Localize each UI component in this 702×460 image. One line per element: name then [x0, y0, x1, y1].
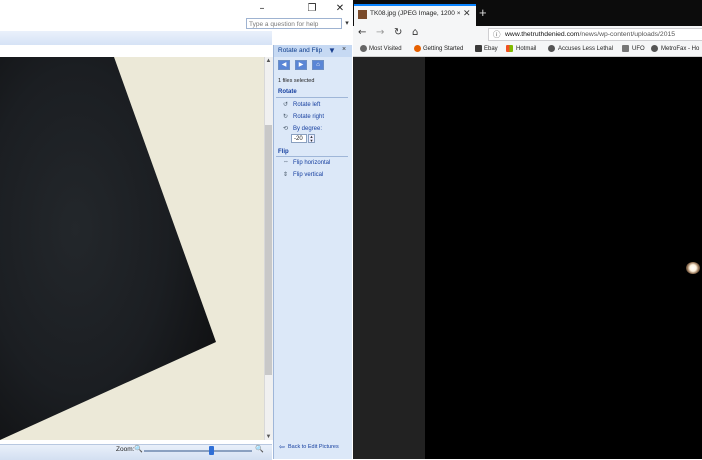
tab-close-icon[interactable]: ✕: [463, 8, 471, 19]
vertical-scroll-thumb[interactable]: [265, 125, 272, 375]
degree-input[interactable]: -20: [291, 134, 307, 143]
gear-icon: [360, 45, 367, 52]
flip-vertical-icon[interactable]: ⇕: [283, 171, 288, 178]
flip-vertical-link[interactable]: Flip vertical: [293, 172, 323, 178]
rotate-right-link[interactable]: Rotate right: [293, 114, 324, 120]
pane-forward-arrow-icon[interactable]: ▶: [295, 60, 307, 70]
task-pane-title: Rotate and Flip: [278, 47, 323, 54]
bookmark-ebay[interactable]: Ebay: [484, 46, 498, 52]
bookmark-metrofax[interactable]: MetroFax - Ho: [661, 46, 699, 52]
rotate-left-icon[interactable]: ↺: [283, 101, 288, 108]
pane-home-icon[interactable]: ⌂: [312, 60, 324, 70]
task-pane-dropdown-icon[interactable]: ▼: [328, 46, 336, 55]
back-arrow-icon[interactable]: ←: [358, 27, 366, 38]
folder-icon: [622, 45, 629, 52]
tab-favicon-icon: [358, 10, 367, 19]
firefox-icon: [414, 45, 421, 52]
reload-icon[interactable]: ↻: [394, 27, 402, 38]
minimize-button[interactable]: –: [253, 2, 271, 15]
forward-arrow-icon[interactable]: →: [376, 27, 384, 38]
back-to-edit-link[interactable]: Back to Edit Pictures: [288, 444, 339, 450]
bookmark-accuses-less-lethal[interactable]: Accuses Less Lethal: [558, 46, 613, 52]
pane-back-arrow-icon[interactable]: ◀: [278, 60, 290, 70]
globe-icon: [548, 45, 555, 52]
home-icon[interactable]: ⌂: [412, 27, 418, 38]
degree-spinner[interactable]: ▲ ▼: [308, 134, 315, 143]
url-domain: www.thetruthdenied.com: [505, 31, 580, 38]
bookmark-most-visited[interactable]: Most Visited: [369, 46, 402, 52]
globe-icon: [651, 45, 658, 52]
restore-button[interactable]: ❐: [303, 2, 321, 15]
zoom-out-icon[interactable]: 🔍: [134, 445, 143, 453]
by-degree-label: By degree:: [293, 126, 323, 132]
rotate-left-link[interactable]: Rotate left: [293, 102, 320, 108]
url-path: /news/wp-content/uploads/2015: [579, 31, 676, 38]
scroll-down-icon[interactable]: ▼: [264, 433, 273, 442]
jpeg-image[interactable]: [425, 57, 702, 459]
task-pane-close-icon[interactable]: ×: [342, 46, 346, 53]
editor-titlebar: [0, 0, 352, 17]
selection-count: 1 files selected: [278, 78, 315, 84]
zoom-slider[interactable]: [144, 450, 252, 452]
rotated-photo: [0, 57, 216, 440]
zoom-in-icon[interactable]: 🔍: [255, 445, 264, 453]
ask-dropdown-icon[interactable]: ▾: [343, 18, 351, 29]
windows-icon: [506, 45, 513, 52]
flip-horizontal-link[interactable]: Flip horizontal: [293, 160, 330, 166]
ask-question-input[interactable]: Type a question for help: [246, 18, 342, 29]
rotate-heading: Rotate: [278, 89, 297, 95]
rotate-degree-icon: ⟲: [283, 126, 289, 132]
shop-icon: [475, 45, 482, 52]
url-text[interactable]: www.thetruthdenied.com/news/wp-content/u…: [505, 31, 675, 38]
rotate-right-icon[interactable]: ↻: [283, 113, 288, 120]
image-viewer-margin: [353, 57, 425, 459]
editor-toolbar-secondary: [0, 45, 272, 57]
bright-light-spot: [686, 262, 700, 274]
flip-horizontal-icon[interactable]: ⇔: [283, 159, 289, 165]
bookmark-ufo[interactable]: UFO: [632, 46, 645, 52]
bookmark-hotmail[interactable]: Hotmail: [516, 46, 536, 52]
close-button[interactable]: ✕: [331, 2, 349, 15]
flip-divider: [276, 156, 348, 157]
rotate-divider: [276, 97, 348, 98]
zoom-slider-thumb[interactable]: [208, 446, 214, 455]
flip-heading: Flip: [278, 149, 289, 155]
zoom-label: Zoom:: [116, 446, 135, 453]
site-info-icon[interactable]: ⓘ: [493, 29, 501, 40]
new-tab-button[interactable]: +: [479, 5, 487, 20]
scroll-up-icon[interactable]: ▲: [264, 57, 273, 66]
back-to-edit-icon[interactable]: ⇦: [279, 443, 285, 451]
image-canvas[interactable]: [0, 57, 264, 440]
bookmark-getting-started[interactable]: Getting Started: [423, 46, 463, 52]
tab-title: TK08.jpg (JPEG Image, 1200 ×: [370, 10, 461, 17]
editor-toolbar: [0, 31, 272, 46]
